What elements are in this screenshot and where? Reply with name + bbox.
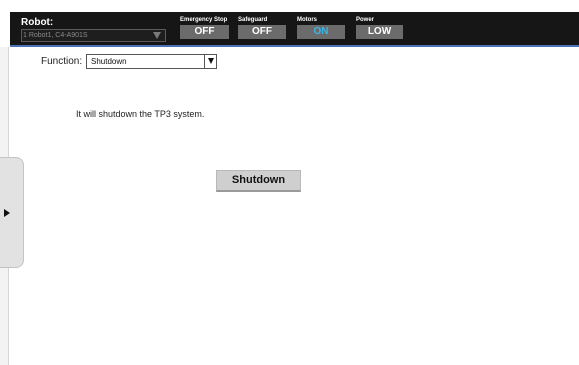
- safeguard-status: Safeguard OFF: [238, 17, 286, 39]
- status-bar: Robot: 1 Robot1, C4-A901S Emergency Stop…: [10, 12, 579, 45]
- robot-label: Robot:: [21, 17, 54, 28]
- motors-status: Motors ON: [297, 17, 345, 39]
- motors-value: ON: [297, 25, 345, 39]
- app-window: Robot: 1 Robot1, C4-A901S Emergency Stop…: [0, 0, 579, 365]
- function-select[interactable]: Shutdown: [86, 54, 217, 69]
- safeguard-value: OFF: [238, 25, 286, 39]
- function-select-value: Shutdown: [91, 57, 127, 66]
- side-panel-toggle[interactable]: [0, 157, 24, 268]
- chevron-down-icon: [208, 58, 214, 64]
- dropdown-divider: [204, 55, 205, 68]
- play-arrow-icon: [4, 209, 10, 217]
- power-label: Power: [356, 17, 375, 23]
- power-status: Power LOW: [356, 17, 403, 39]
- robot-select-value: 1 Robot1, C4-A901S: [23, 32, 88, 39]
- shutdown-button[interactable]: Shutdown: [216, 170, 301, 192]
- emergency-stop-label: Emergency Stop: [180, 17, 228, 23]
- chevron-down-icon: [153, 32, 161, 39]
- robot-select[interactable]: 1 Robot1, C4-A901S: [21, 29, 166, 42]
- header-divider: [10, 45, 579, 47]
- function-label: Function:: [41, 56, 83, 67]
- function-description: It will shutdown the TP3 system.: [76, 109, 205, 119]
- power-value: LOW: [356, 25, 403, 39]
- motors-label: Motors: [297, 17, 317, 23]
- safeguard-label: Safeguard: [238, 17, 268, 23]
- emergency-stop-status: Emergency Stop OFF: [180, 17, 229, 39]
- emergency-stop-value: OFF: [180, 25, 229, 39]
